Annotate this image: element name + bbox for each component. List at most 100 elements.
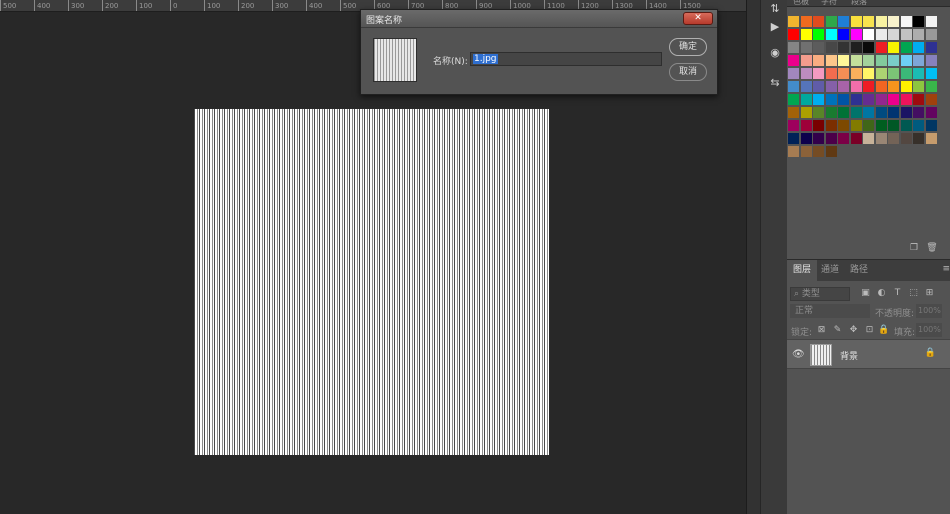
color-swatch[interactable] bbox=[888, 55, 899, 66]
color-swatch[interactable] bbox=[875, 16, 887, 27]
color-swatch[interactable] bbox=[825, 68, 837, 79]
color-swatch[interactable] bbox=[888, 16, 899, 27]
tab-character[interactable]: 字符 bbox=[821, 0, 837, 6]
color-swatch[interactable] bbox=[838, 81, 849, 92]
color-swatch[interactable] bbox=[913, 133, 924, 144]
color-swatch[interactable] bbox=[800, 55, 812, 66]
color-swatch[interactable] bbox=[888, 94, 899, 105]
color-swatch[interactable] bbox=[875, 120, 887, 131]
color-swatch[interactable] bbox=[850, 29, 862, 40]
color-swatch[interactable] bbox=[850, 55, 862, 66]
lock-paint-icon[interactable]: ✎ bbox=[832, 325, 843, 336]
color-swatch[interactable] bbox=[800, 107, 812, 118]
color-swatch[interactable] bbox=[913, 94, 924, 105]
color-swatch[interactable] bbox=[875, 29, 887, 40]
color-swatch[interactable] bbox=[888, 133, 899, 144]
color-swatch[interactable] bbox=[925, 120, 937, 131]
color-swatch[interactable] bbox=[788, 94, 799, 105]
color-swatch[interactable] bbox=[788, 68, 799, 79]
color-swatch[interactable] bbox=[788, 29, 799, 40]
color-swatch[interactable] bbox=[788, 107, 799, 118]
color-swatch[interactable] bbox=[825, 120, 837, 131]
color-swatch[interactable] bbox=[913, 16, 924, 27]
color-swatch[interactable] bbox=[800, 42, 812, 53]
layer-row[interactable]: 👁 背景 🔒 bbox=[787, 339, 950, 369]
color-swatch[interactable] bbox=[913, 55, 924, 66]
color-swatch[interactable] bbox=[788, 146, 799, 157]
name-input[interactable]: 1.jpg bbox=[470, 52, 662, 66]
cancel-button[interactable]: 取消 bbox=[669, 63, 707, 81]
color-swatch[interactable] bbox=[813, 81, 824, 92]
color-swatch[interactable] bbox=[850, 120, 862, 131]
color-swatch[interactable] bbox=[900, 29, 912, 40]
color-swatch[interactable] bbox=[838, 16, 849, 27]
shape-filter-icon[interactable]: ⬚ bbox=[908, 288, 919, 299]
color-swatch[interactable] bbox=[875, 94, 887, 105]
smart-object-filter-icon[interactable]: ⊞ bbox=[924, 288, 935, 299]
color-swatch[interactable] bbox=[813, 68, 824, 79]
color-swatch[interactable] bbox=[925, 107, 937, 118]
color-swatch[interactable] bbox=[838, 133, 849, 144]
color-swatch[interactable] bbox=[850, 107, 862, 118]
color-swatch[interactable] bbox=[913, 29, 924, 40]
color-swatch[interactable] bbox=[863, 94, 874, 105]
color-swatch[interactable] bbox=[800, 16, 812, 27]
color-swatch[interactable] bbox=[838, 55, 849, 66]
inspect-icon[interactable]: ◉ bbox=[768, 46, 782, 60]
color-swatch[interactable] bbox=[788, 55, 799, 66]
color-swatch[interactable] bbox=[888, 107, 899, 118]
color-swatch[interactable] bbox=[825, 29, 837, 40]
color-swatch[interactable] bbox=[850, 68, 862, 79]
transform-icon[interactable]: ⇅ bbox=[768, 2, 782, 16]
color-swatch[interactable] bbox=[800, 81, 812, 92]
lock-artboard-icon[interactable]: ⊡ bbox=[864, 325, 875, 336]
lock-all-icon[interactable]: 🔒 bbox=[878, 325, 889, 336]
color-swatch[interactable] bbox=[863, 42, 874, 53]
color-swatch[interactable] bbox=[788, 16, 799, 27]
color-swatch[interactable] bbox=[888, 81, 899, 92]
color-swatch[interactable] bbox=[900, 107, 912, 118]
color-swatch[interactable] bbox=[863, 68, 874, 79]
color-swatch[interactable] bbox=[800, 146, 812, 157]
color-swatch[interactable] bbox=[900, 94, 912, 105]
color-swatch[interactable] bbox=[925, 94, 937, 105]
lock-position-icon[interactable]: ✥ bbox=[848, 325, 859, 336]
color-swatch[interactable] bbox=[800, 133, 812, 144]
color-swatch[interactable] bbox=[800, 29, 812, 40]
color-swatch[interactable] bbox=[825, 81, 837, 92]
color-swatch[interactable] bbox=[925, 68, 937, 79]
color-swatch[interactable] bbox=[850, 42, 862, 53]
color-swatch[interactable] bbox=[825, 107, 837, 118]
color-swatch[interactable] bbox=[875, 133, 887, 144]
color-swatch[interactable] bbox=[900, 16, 912, 27]
panel-menu-icon[interactable]: ≡ bbox=[942, 264, 950, 274]
color-swatch[interactable] bbox=[850, 94, 862, 105]
color-swatch[interactable] bbox=[813, 16, 824, 27]
pixel-filter-icon[interactable]: ▣ bbox=[860, 288, 871, 299]
color-swatch[interactable] bbox=[850, 16, 862, 27]
lock-transparency-icon[interactable]: ⊠ bbox=[816, 325, 827, 336]
color-swatch[interactable] bbox=[800, 68, 812, 79]
color-swatch[interactable] bbox=[925, 81, 937, 92]
color-swatch[interactable] bbox=[838, 42, 849, 53]
color-swatch[interactable] bbox=[888, 120, 899, 131]
color-swatch[interactable] bbox=[838, 29, 849, 40]
color-swatch[interactable] bbox=[788, 42, 799, 53]
close-button[interactable]: ✕ bbox=[683, 12, 713, 25]
color-swatch[interactable] bbox=[925, 55, 937, 66]
color-swatch[interactable] bbox=[913, 81, 924, 92]
color-swatch[interactable] bbox=[863, 81, 874, 92]
color-swatch[interactable] bbox=[900, 120, 912, 131]
play-icon[interactable]: ▶ bbox=[768, 20, 782, 34]
color-swatch[interactable] bbox=[813, 55, 824, 66]
document-canvas[interactable] bbox=[194, 109, 549, 455]
tab-layers[interactable]: 图层 bbox=[787, 260, 818, 281]
color-swatch[interactable] bbox=[788, 120, 799, 131]
color-swatch[interactable] bbox=[925, 42, 937, 53]
color-swatch[interactable] bbox=[925, 133, 937, 144]
color-swatch[interactable] bbox=[863, 107, 874, 118]
color-swatch[interactable] bbox=[825, 146, 837, 157]
color-swatch[interactable] bbox=[825, 16, 837, 27]
color-swatch[interactable] bbox=[813, 107, 824, 118]
color-swatch[interactable] bbox=[888, 29, 899, 40]
